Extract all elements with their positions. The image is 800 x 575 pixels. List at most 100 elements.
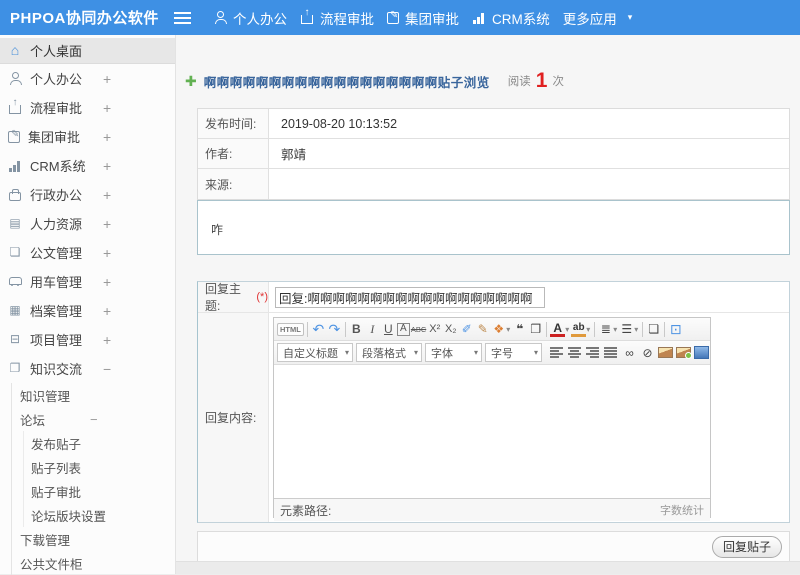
caret-down-icon[interactable]: ▾	[585, 320, 591, 338]
caret-down-icon[interactable]: ▾	[633, 320, 639, 338]
font-family-select[interactable]: 字体 ▾	[425, 343, 482, 362]
meta-value: 2019-08-20 10:13:52	[281, 116, 398, 131]
meta-label: 来源:	[198, 169, 269, 199]
reply-action-row: 回复贴子	[197, 531, 790, 562]
separator[interactable]	[664, 321, 666, 337]
align-center-icon[interactable]	[568, 347, 583, 358]
highlight-color-icon[interactable]: ab	[571, 321, 587, 337]
editor-dropdowns: 自定义标题 ▾ 段落格式 ▾ 字体 ▾ 字号 ▾	[277, 343, 542, 362]
sidebar-item-forum-board-settings[interactable]: 论坛版块设置	[0, 503, 175, 527]
underline-icon[interactable]: U	[381, 320, 396, 338]
paint-color-icon[interactable]: ❖	[491, 320, 506, 338]
expand-icon[interactable]: +	[103, 158, 111, 174]
align-right-icon[interactable]	[586, 347, 601, 358]
sidebar-item-post-create[interactable]: 发布贴子	[0, 431, 175, 455]
expand-icon[interactable]: +	[103, 303, 111, 319]
eraser-icon[interactable]: ✐	[459, 320, 474, 338]
reply-submit-button[interactable]: 回复贴子	[711, 535, 782, 558]
separator[interactable]	[344, 321, 346, 337]
media-icon[interactable]	[694, 346, 709, 359]
caret-down-icon[interactable]: ▾	[564, 320, 570, 338]
meta-value	[269, 169, 281, 199]
separator[interactable]	[546, 321, 548, 337]
link-icon[interactable]: ∞	[622, 344, 637, 362]
expand-icon[interactable]: +	[103, 100, 111, 116]
collapse-icon[interactable]: −	[90, 412, 98, 427]
font-color-icon[interactable]: A	[550, 321, 566, 337]
collapse-icon[interactable]: −	[103, 361, 111, 377]
new-document-icon[interactable]: ❏	[646, 320, 661, 338]
align-justify-icon[interactable]	[604, 347, 619, 358]
unlink-icon[interactable]: ⊘	[640, 344, 655, 362]
screenshot-icon[interactable]	[676, 347, 692, 359]
nav-crm[interactable]: CRM系统	[472, 8, 550, 28]
sidebar-item-public-file-cabinet[interactable]: 公共文件柜	[0, 551, 175, 575]
separator[interactable]	[642, 321, 644, 337]
nav-group-approval[interactable]: 集团审批	[387, 8, 459, 28]
nav-workflow-approval[interactable]: 流程审批	[300, 8, 374, 28]
paragraph-format-select[interactable]: 段落格式 ▾	[356, 343, 422, 362]
heading-select[interactable]: 自定义标题 ▾	[277, 343, 353, 362]
menu-toggle-icon[interactable]	[174, 12, 191, 24]
expand-icon[interactable]: +	[103, 216, 111, 232]
blockquote-icon[interactable]: ❝	[512, 320, 527, 338]
word-count-button[interactable]: 字数统计	[660, 502, 704, 518]
sidebar-menu: 个人办公 + 流程审批 + 集团审批 + CRM系统 + 行政办公 + 人力资源…	[0, 64, 175, 575]
sidebar-item-group-approval[interactable]: 集团审批 +	[0, 122, 175, 151]
undo-icon[interactable]: ↶	[311, 320, 326, 338]
superscript-icon[interactable]: X²	[427, 320, 442, 338]
expand-icon[interactable]: +	[103, 129, 111, 145]
sidebar-item-vehicle-mgmt[interactable]: 用车管理 +	[0, 267, 175, 296]
fullscreen-icon[interactable]: ⊡	[668, 320, 683, 338]
ordered-list-icon[interactable]: ≣	[598, 320, 613, 338]
sidebar-item-post-approval[interactable]: 贴子审批	[0, 479, 175, 503]
subscript-icon[interactable]: X₂	[443, 320, 458, 338]
sidebar-item-document-mgmt[interactable]: 公文管理 +	[0, 238, 175, 267]
sidebar-item-forum[interactable]: 论坛 −	[0, 407, 175, 431]
sidebar-item-personal-office[interactable]: 个人办公 +	[0, 64, 175, 93]
expand-icon[interactable]: +	[103, 187, 111, 203]
app-logo[interactable]: PHPOA协同办公软件	[10, 0, 159, 35]
bold-icon[interactable]: B	[349, 320, 364, 338]
sidebar-item-workflow-approval[interactable]: 流程审批 +	[0, 93, 175, 122]
sidebar-item-project-mgmt[interactable]: 项目管理 +	[0, 325, 175, 354]
sidebar-item-download-mgmt[interactable]: 下载管理	[0, 527, 175, 551]
expand-icon[interactable]: +	[103, 332, 111, 348]
unordered-list-icon[interactable]: ☰	[619, 320, 634, 338]
format-brush-icon[interactable]: ✎	[475, 320, 490, 338]
paste-text-icon[interactable]: ❐	[528, 320, 543, 338]
expand-icon[interactable]: +	[103, 245, 111, 261]
redo-icon[interactable]: ↷	[327, 320, 342, 338]
caret-down-icon[interactable]: ▾	[612, 320, 618, 338]
chat-bubbles-icon	[8, 362, 22, 375]
font-size-select[interactable]: 字号 ▾	[485, 343, 542, 362]
sidebar-item-hr[interactable]: 人力资源 +	[0, 209, 175, 238]
sidebar-item-admin-office[interactable]: 行政办公 +	[0, 180, 175, 209]
align-left-icon[interactable]	[550, 347, 565, 358]
sidebar-item-knowledge-exchange[interactable]: 知识交流 −	[0, 354, 175, 383]
top-navigation: 个人办公 流程审批 集团审批 CRM系统 更多应用 ▾	[213, 0, 632, 35]
nav-personal-office[interactable]: 个人办公	[213, 8, 287, 28]
editor-body[interactable]	[274, 365, 710, 498]
sidebar-item-desktop[interactable]: 个人桌面	[0, 38, 175, 64]
caret-down-icon[interactable]: ▾	[505, 320, 511, 338]
html-source-icon[interactable]: HTML	[277, 322, 304, 336]
sidebar-item-knowledge-mgmt[interactable]: 知识管理	[0, 383, 175, 407]
nav-more-apps[interactable]: 更多应用 ▾	[563, 8, 633, 28]
topbar: PHPOA协同办公软件 个人办公 流程审批 集团审批 CRM系统 更多应用 ▾	[0, 0, 800, 35]
sidebar-item-archive-mgmt[interactable]: 档案管理 +	[0, 296, 175, 325]
sidebar-item-post-list[interactable]: 贴子列表	[0, 455, 175, 479]
expand-icon[interactable]: +	[103, 274, 111, 290]
sidebar-item-crm[interactable]: CRM系统 +	[0, 151, 175, 180]
separator[interactable]	[594, 321, 596, 337]
font-border-icon[interactable]: A	[396, 322, 410, 336]
table-row: 来源:	[198, 169, 789, 199]
expand-icon[interactable]: +	[103, 71, 111, 87]
separator[interactable]	[306, 321, 308, 337]
reply-subject-input[interactable]	[275, 286, 545, 308]
italic-icon[interactable]: I	[365, 320, 380, 338]
archive-icon	[8, 304, 22, 317]
image-icon[interactable]	[658, 347, 673, 358]
reply-subject-row: 回复主题: (*)	[198, 282, 789, 313]
strikethrough-icon[interactable]: ABC	[411, 320, 426, 338]
